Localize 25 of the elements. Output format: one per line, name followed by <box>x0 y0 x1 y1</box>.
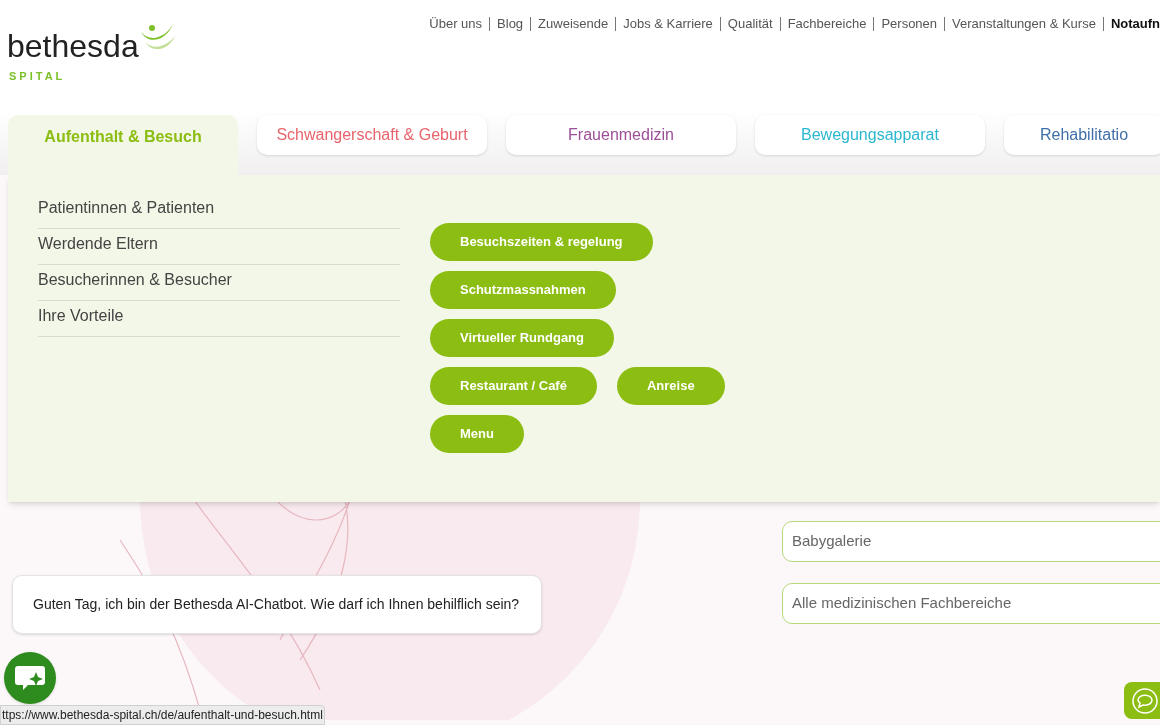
status-bar-url: ttps://www.bethesda-spital.ch/de/aufenthalt-und-besuch.html <box>0 705 325 725</box>
top-nav-link[interactable]: Über uns <box>429 14 483 34</box>
top-nav-link[interactable]: Veranstaltungen & Kurse <box>952 14 1096 34</box>
menu-item[interactable]: Besucherinnen & Besucher <box>38 265 400 301</box>
menu-item[interactable]: Ihre Vorteile <box>38 301 400 337</box>
category-tab[interactable]: Frauenmedizin <box>506 115 736 155</box>
dropdown-field[interactable]: Babygalerie <box>782 521 1160 562</box>
logo-wordmark[interactable]: bethesda <box>7 30 139 62</box>
top-nav-link[interactable]: Personen <box>881 14 938 34</box>
logo-subtitle: SPITAL <box>9 69 67 84</box>
chat-sparkle-icon <box>14 664 46 692</box>
menu-item[interactable]: Patientinnen & Patienten <box>38 193 400 229</box>
top-nav-link[interactable]: Notaufn <box>1110 14 1160 34</box>
top-nav-link[interactable]: Blog <box>497 14 524 34</box>
dropdown-field[interactable]: Alle medizinischen Fachbereiche <box>782 583 1160 624</box>
chatbot-message: Guten Tag, ich bin der Bethesda AI-Chatbot. Wie darf ich Ihnen behilflich sein? <box>12 575 542 634</box>
top-nav-link[interactable]: Fachbereiche <box>787 14 867 34</box>
menu-item[interactable]: Werdende Eltern <box>38 229 400 265</box>
speech-bubble-icon <box>1132 687 1158 714</box>
category-tab[interactable]: Rehabilitatio <box>1004 115 1160 155</box>
top-nav-link[interactable]: Jobs & Karriere <box>623 14 713 34</box>
top-nav-link[interactable]: Zuweisende <box>538 14 609 34</box>
top-nav-link[interactable]: Qualität <box>727 14 773 34</box>
chatbot-button[interactable] <box>4 652 56 704</box>
chat-widget-button[interactable] <box>1124 682 1160 719</box>
